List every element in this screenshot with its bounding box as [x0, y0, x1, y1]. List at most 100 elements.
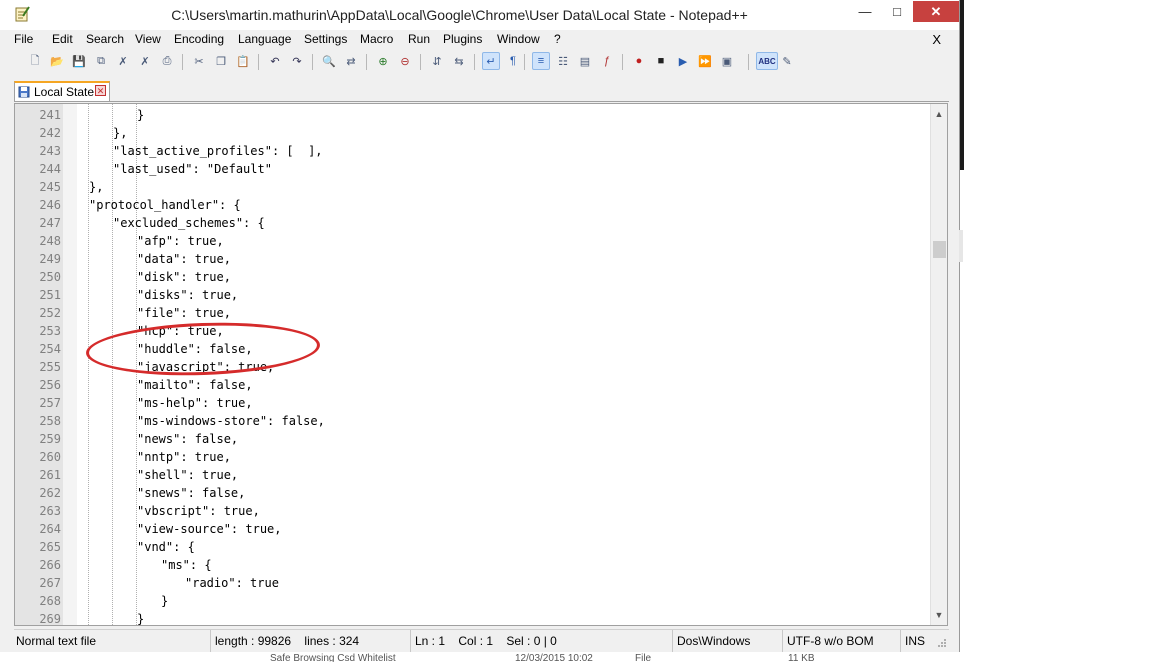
menu-macro[interactable]: Macro: [360, 32, 393, 46]
status-length-lines: length : 99826 lines : 324: [210, 630, 410, 652]
vertical-scrollbar[interactable]: ▲ ▼: [930, 104, 947, 625]
redo-icon[interactable]: ↷: [288, 52, 306, 70]
menu-encoding[interactable]: Encoding: [174, 32, 224, 46]
code-text: }: [161, 594, 169, 608]
find-icon[interactable]: 🔍: [320, 52, 338, 70]
menu-file[interactable]: File: [14, 32, 33, 46]
menu-view[interactable]: View: [135, 32, 161, 46]
function-list-icon[interactable]: ƒ: [598, 52, 616, 70]
line-number: 242: [39, 126, 61, 140]
sync-vertical-icon[interactable]: ⇵: [428, 52, 446, 70]
menu-window[interactable]: Window: [497, 32, 540, 46]
code-line: 268}: [15, 592, 915, 610]
code-text: "news": false,: [137, 432, 239, 446]
print-icon[interactable]: ⎙: [158, 52, 176, 70]
resize-grip-icon[interactable]: [937, 638, 947, 648]
background-item-name: Safe Browsing Csd Whitelist: [270, 653, 396, 662]
toolbar-separator: [258, 54, 259, 70]
menu-edit[interactable]: Edit: [52, 32, 73, 46]
code-text: "nntp": true,: [137, 450, 231, 464]
doc-map-icon[interactable]: ▤: [576, 52, 594, 70]
spell-options-icon[interactable]: ✎: [778, 52, 796, 70]
stop-macro-icon[interactable]: ■: [652, 52, 670, 70]
close-file-icon[interactable]: ✗: [114, 52, 132, 70]
copy-icon[interactable]: ❐: [212, 52, 230, 70]
close-window-button[interactable]: ✕: [913, 1, 959, 22]
code-text: "mailto": false,: [137, 378, 253, 392]
scroll-up-arrow-icon[interactable]: ▲: [931, 106, 947, 122]
toolbar-separator: [182, 54, 183, 70]
zoom-in-icon[interactable]: ⊕: [374, 52, 392, 70]
menu-language[interactable]: Language: [238, 32, 291, 46]
tab-strip: Local State ✕: [14, 81, 949, 102]
close-document-menu-button[interactable]: X: [932, 32, 941, 47]
minimize-button[interactable]: —: [848, 1, 882, 22]
save-macro-icon[interactable]: ▣: [718, 52, 736, 70]
toolbar-separator: [474, 54, 475, 70]
code-text: "javascript": true,: [137, 360, 275, 374]
save-icon[interactable]: 💾: [70, 52, 88, 70]
word-wrap-icon[interactable]: ↵: [482, 52, 500, 70]
status-eol-format[interactable]: Dos\Windows: [672, 630, 782, 652]
code-text: "ms-help": true,: [137, 396, 253, 410]
user-language-icon[interactable]: ☷: [554, 52, 572, 70]
show-all-chars-icon[interactable]: ¶: [504, 52, 522, 70]
tab-local-state[interactable]: Local State ✕: [14, 81, 110, 101]
indent-guide-icon[interactable]: ≡: [532, 52, 550, 70]
code-text: "excluded_schemes": {: [113, 216, 265, 230]
paste-icon[interactable]: 📋: [234, 52, 252, 70]
code-line: 256 "mailto": false,: [15, 376, 915, 394]
background-explorer-row: Safe Browsing Csd Whitelist 12/03/2015 1…: [0, 652, 960, 662]
sync-horizontal-icon[interactable]: ⇆: [450, 52, 468, 70]
line-number: 243: [39, 144, 61, 158]
new-file-icon[interactable]: 🗋: [26, 52, 44, 70]
code-text: "protocol_handler": {: [89, 198, 241, 212]
toolbar-separator: [366, 54, 367, 70]
line-number: 262: [39, 486, 61, 500]
menu-settings[interactable]: Settings: [304, 32, 347, 46]
tab-close-icon[interactable]: ✕: [95, 85, 106, 96]
undo-icon[interactable]: ↶: [266, 52, 284, 70]
code-text: "snews": false,: [137, 486, 246, 500]
status-file-type: Normal text file: [16, 634, 97, 648]
play-macro-icon[interactable]: ▶: [674, 52, 692, 70]
code-text: "data": true,: [137, 252, 231, 266]
menu-help[interactable]: ?: [554, 32, 561, 46]
status-insert-mode[interactable]: INS: [900, 630, 932, 652]
code-text: "vbscript": true,: [137, 504, 260, 518]
code-line: 266 "ms": {: [15, 556, 915, 574]
menu-run[interactable]: Run: [408, 32, 430, 46]
code-line: 248 "afp": true,: [15, 232, 915, 250]
toolbar-separator: [748, 54, 749, 70]
code-line: 259 "news": false,: [15, 430, 915, 448]
text-editor[interactable]: 241} 242}, 243 "last_active_profiles": [ ],…: [14, 103, 948, 626]
code-line: 250 "disk": true,: [15, 268, 915, 286]
line-number: 269: [39, 612, 61, 626]
code-line: 258 "ms-windows-store": false,: [15, 412, 915, 430]
spell-check-icon[interactable]: ABC: [756, 52, 778, 70]
status-encoding[interactable]: UTF-8 w/o BOM: [782, 630, 900, 652]
line-number: 260: [39, 450, 61, 464]
replace-icon[interactable]: ⇄: [342, 52, 360, 70]
title-bar[interactable]: C:\Users\martin.mathurin\AppData\Local\G…: [0, 0, 959, 30]
cut-icon[interactable]: ✂: [190, 52, 208, 70]
close-all-icon[interactable]: ✗: [136, 52, 154, 70]
open-file-icon[interactable]: 📂: [48, 52, 66, 70]
scroll-down-arrow-icon[interactable]: ▼: [931, 607, 947, 623]
maximize-button[interactable]: □: [880, 1, 914, 22]
run-macro-multiple-icon[interactable]: ⏩: [696, 52, 714, 70]
code-line: 252 "file": true,: [15, 304, 915, 322]
code-text: }: [137, 108, 145, 122]
save-all-icon[interactable]: ⧉: [92, 52, 110, 70]
record-macro-icon[interactable]: ●: [630, 52, 648, 70]
code-text: "hcp": true,: [137, 324, 224, 338]
menu-search[interactable]: Search: [86, 32, 124, 46]
menu-plugins[interactable]: Plugins: [443, 32, 482, 46]
line-number: 252: [39, 306, 61, 320]
background-item-size: 11 KB: [788, 653, 815, 662]
line-number: 263: [39, 504, 61, 518]
line-number: 254: [39, 342, 61, 356]
zoom-out-icon[interactable]: ⊖: [396, 52, 414, 70]
line-number: 265: [39, 540, 61, 554]
scroll-thumb[interactable]: [933, 241, 946, 258]
